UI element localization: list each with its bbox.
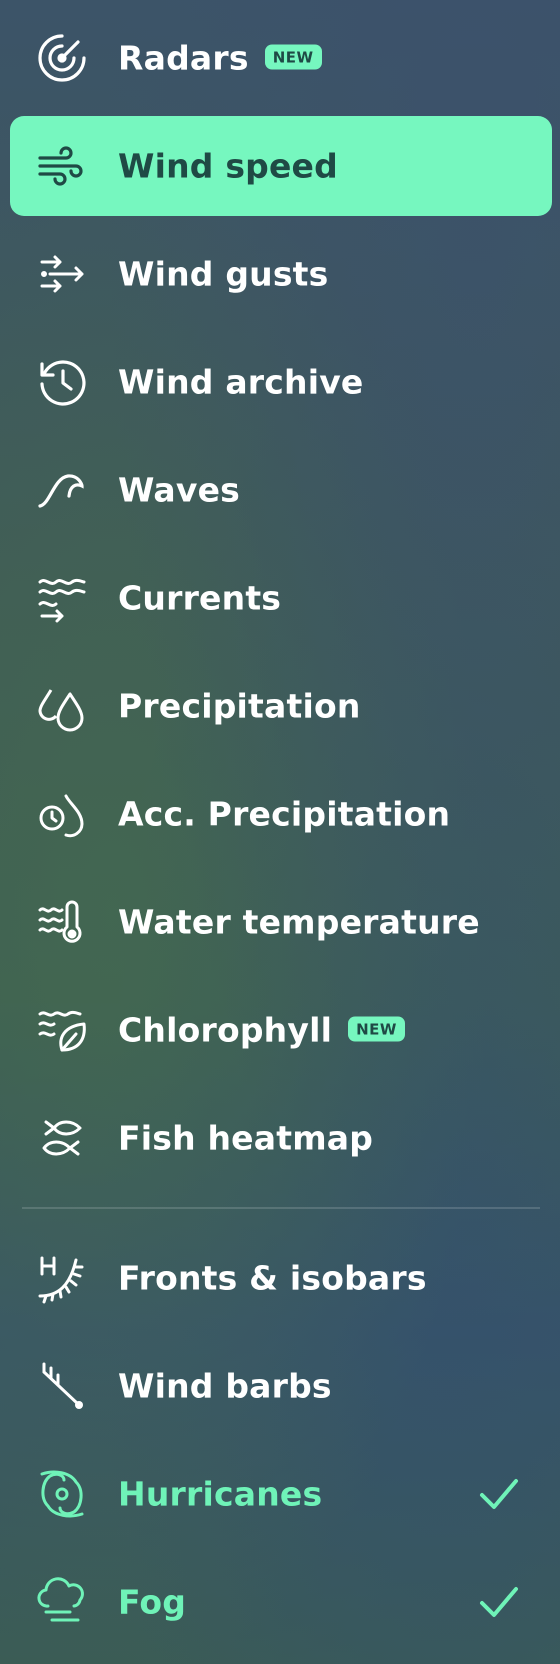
menu-item-label: Precipitation xyxy=(118,686,361,726)
new-badge: NEW xyxy=(348,1016,405,1042)
menu-item-label: Wind barbs xyxy=(118,1366,332,1406)
menu-item-fish-heatmap[interactable]: Fish heatmap xyxy=(10,1088,552,1188)
menu-item-water-temperature[interactable]: Water temperature xyxy=(10,872,552,972)
menu-item-label: Hurricanes xyxy=(118,1474,323,1514)
menu-item-chlorophyll[interactable]: Chlorophyll NEW xyxy=(10,980,552,1080)
menu-item-label: Fronts & isobars xyxy=(118,1258,427,1298)
menu-item-label: Currents xyxy=(118,578,282,618)
checkmark-icon xyxy=(476,1471,522,1517)
menu-item-label: Wind gusts xyxy=(118,254,329,294)
menu-item-radars[interactable]: Radars NEW xyxy=(10,8,552,108)
menu-item-label: Wind speed xyxy=(118,146,338,186)
menu-item-waves[interactable]: Waves xyxy=(10,440,552,540)
menu-item-label: Water temperature xyxy=(118,902,480,942)
menu-item-label: Waves xyxy=(118,470,241,510)
thermometer-waves-icon xyxy=(36,896,88,948)
menu-item-acc-precipitation[interactable]: Acc. Precipitation xyxy=(10,764,552,864)
menu-item-wind-gusts[interactable]: Wind gusts xyxy=(10,224,552,324)
checkmark-icon xyxy=(476,1579,522,1625)
menu-item-label: Fish heatmap xyxy=(118,1118,374,1158)
leaf-waves-icon xyxy=(36,1004,88,1056)
menu-item-label: Chlorophyll xyxy=(118,1010,333,1050)
new-badge: NEW xyxy=(264,44,322,70)
menu-item-label: Fog xyxy=(118,1582,187,1622)
wind-icon xyxy=(36,140,88,192)
history-icon xyxy=(36,356,88,408)
menu-item-hurricanes[interactable]: Hurricanes xyxy=(10,1444,552,1544)
wind-gusts-icon xyxy=(36,248,88,300)
fronts-icon xyxy=(36,1252,88,1304)
clock-drop-icon xyxy=(36,788,88,840)
menu-item-precipitation[interactable]: Precipitation xyxy=(10,656,552,756)
radar-icon xyxy=(36,32,88,84)
menu-item-wind-speed[interactable]: Wind speed xyxy=(10,116,552,216)
menu-item-fronts-isobars[interactable]: Fronts & isobars xyxy=(10,1228,552,1328)
fish-icon xyxy=(36,1112,88,1164)
currents-icon xyxy=(36,572,88,624)
menu-item-currents[interactable]: Currents xyxy=(10,548,552,648)
menu-divider xyxy=(22,1207,540,1209)
menu-item-fog[interactable]: Fog xyxy=(10,1552,552,1652)
menu-item-label: Acc. Precipitation xyxy=(118,794,451,834)
droplets-icon xyxy=(36,680,88,732)
menu-item-wind-barbs[interactable]: Wind barbs xyxy=(10,1336,552,1436)
layer-menu: Radars NEW Wind speed Wind gusts Wind ar… xyxy=(0,0,560,1664)
hurricane-icon xyxy=(36,1468,88,1520)
fog-icon xyxy=(36,1576,88,1628)
wind-barb-icon xyxy=(36,1360,88,1412)
wave-icon xyxy=(36,464,88,516)
menu-item-wind-archive[interactable]: Wind archive xyxy=(10,332,552,432)
menu-item-label: Radars xyxy=(118,38,249,78)
menu-item-label: Wind archive xyxy=(118,362,364,402)
